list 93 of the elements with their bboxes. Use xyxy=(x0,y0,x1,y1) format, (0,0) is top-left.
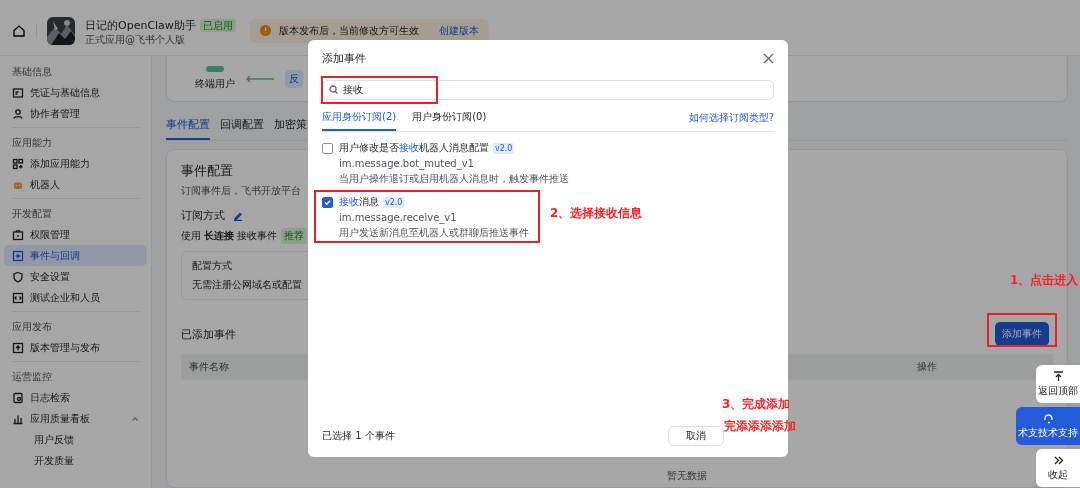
section-heading: 事件配置 xyxy=(181,162,233,180)
search-icon xyxy=(329,85,338,94)
sidebar-item-label: 权限管理 xyxy=(30,227,70,242)
sidebar-item[interactable]: 日志检索 xyxy=(4,387,147,408)
sidebar-item[interactable]: 版本管理与发布 xyxy=(4,337,147,358)
section-title: 应用发布 xyxy=(11,320,53,334)
card-icon xyxy=(12,86,24,99)
event-description: 用户发送新消息至机器人或群聊后推送事件 xyxy=(339,226,529,240)
checkbox[interactable] xyxy=(322,143,333,154)
sidebar-item-label: 协作者管理 xyxy=(30,106,80,121)
checkbox[interactable] xyxy=(322,197,333,208)
edit-icon[interactable] xyxy=(233,210,243,221)
double-chevron-icon xyxy=(1052,454,1064,466)
annotation-text: 3、完成添加 xyxy=(722,396,791,413)
tab[interactable]: 用户身份订阅(0) xyxy=(412,108,487,131)
event-code: im.message.bot_muted_v1 xyxy=(339,158,475,169)
arrow-icon xyxy=(245,74,275,83)
event-name: 接收消息 xyxy=(339,195,379,209)
support-button[interactable]: 术支技术支持 xyxy=(1016,407,1080,445)
sidebar-item[interactable]: 权限管理 xyxy=(4,224,147,245)
tab[interactable]: 回调配置 xyxy=(220,114,264,140)
event-description: 当用户操作退订或启用机器人消息时，触发事件推送 xyxy=(339,172,569,186)
node-icon xyxy=(206,66,224,72)
lock-icon xyxy=(12,228,24,241)
sidebar-item[interactable]: 协作者管理 xyxy=(4,103,147,124)
sidebar-item-label: 测试企业和人员 xyxy=(30,290,100,305)
document-icon xyxy=(12,391,24,404)
back-to-top-button[interactable]: 返回顶部 xyxy=(1036,365,1080,403)
config-text: 无需注册公网域名或配置 xyxy=(192,278,303,292)
annotation-text: 1、点击进入 xyxy=(1010,272,1079,289)
code-icon xyxy=(12,291,24,304)
add-event-button[interactable]: 添加事件 xyxy=(995,322,1049,346)
highlight-frame xyxy=(987,313,1057,347)
app-name: 日记的OpenClaw助手 xyxy=(85,19,196,32)
event-code: im.message.receive_v1 xyxy=(339,212,458,223)
version-tag: v2.0 xyxy=(383,196,405,208)
shield-icon xyxy=(12,270,24,283)
app-subtitle: 正式应用@飞书个人版 xyxy=(85,33,186,47)
tab[interactable]: 加密策 xyxy=(274,114,307,140)
sidebar-item[interactable]: 安全设置 xyxy=(4,266,147,287)
arrow-up-icon xyxy=(1052,370,1064,382)
sidebar-item[interactable]: 添加应用能力 xyxy=(4,153,147,174)
mode-text: 使用 长连接 接收事件 xyxy=(181,229,278,243)
sidebar-item-label: 日志检索 xyxy=(30,390,70,405)
recommended-badge: 推荐 xyxy=(281,228,308,244)
collapse-button[interactable]: 收起 xyxy=(1036,449,1080,487)
section-title: 运营监控 xyxy=(11,370,53,384)
column-header: 事件名称 xyxy=(189,360,229,374)
sidebar-item-label: 版本管理与发布 xyxy=(30,340,100,355)
sidebar-item-label: 机器人 xyxy=(30,177,60,192)
flow-label: 反 xyxy=(285,69,303,88)
sidebar-item[interactable]: 测试企业和人员 xyxy=(4,287,147,308)
home-icon[interactable] xyxy=(12,23,26,38)
subheading: 订阅方式 xyxy=(181,208,225,223)
status-badge: 已启用 xyxy=(199,19,236,32)
sidebar-item[interactable]: 凭证与基础信息 xyxy=(4,82,147,103)
headset-icon xyxy=(1042,412,1054,424)
sidebar-item[interactable]: 事件与回调 xyxy=(4,245,147,266)
section-title: 应用能力 xyxy=(11,136,53,150)
create-version-link[interactable]: 创建版本 xyxy=(438,23,479,38)
sidebar-item-label: 应用质量看板 xyxy=(30,411,90,426)
cancel-button[interactable]: 取消 xyxy=(668,426,724,446)
section-title: 开发配置 xyxy=(11,207,53,221)
sidebar-item-label: 事件与回调 xyxy=(30,248,80,263)
sidebar-item[interactable]: 机器人 xyxy=(4,174,147,195)
notice-text: 版本发布后，当前修改方可生效 xyxy=(278,23,419,38)
sidebar-item-label: 添加应用能力 xyxy=(30,156,90,171)
subheading: 已添加事件 xyxy=(181,326,236,342)
modal-title: 添加事件 xyxy=(322,51,366,66)
help-link[interactable]: 如何选择订阅类型? xyxy=(688,111,774,131)
tab[interactable]: 应用身份订阅(2) xyxy=(322,108,397,131)
annotation-text: 2、选择接收信息 xyxy=(550,205,643,222)
sidebar-item-label: 凭证与基础信息 xyxy=(30,85,100,100)
column-header: 操作 xyxy=(917,360,937,374)
empty-text: 暂无数据 xyxy=(667,470,707,481)
description: 订阅事件后，飞书开放平台 xyxy=(181,184,301,198)
version-tag: v2.0 xyxy=(493,142,515,154)
sidebar-subitem[interactable]: 开发质量 xyxy=(4,450,147,471)
section-title: 基础信息 xyxy=(11,65,53,79)
event-name: 用户修改是否接收机器人消息配置 xyxy=(339,141,489,155)
grid-icon xyxy=(12,157,24,170)
sidebar-subitem[interactable]: 用户反馈 xyxy=(4,429,147,450)
upload-icon xyxy=(12,341,24,354)
node-label: 终端用户 xyxy=(195,77,235,91)
plus-square-icon xyxy=(12,249,24,262)
sidebar-item-label: 安全设置 xyxy=(30,269,70,284)
close-icon[interactable] xyxy=(763,53,774,64)
sidebar-item[interactable]: 应用质量看板 xyxy=(4,408,147,429)
user-icon xyxy=(12,107,24,120)
tab[interactable]: 事件配置 xyxy=(166,114,210,140)
selection-count: 已选择 1 个事件 xyxy=(322,429,395,443)
warning-icon xyxy=(259,25,271,36)
config-label: 配置方式 xyxy=(192,259,233,273)
